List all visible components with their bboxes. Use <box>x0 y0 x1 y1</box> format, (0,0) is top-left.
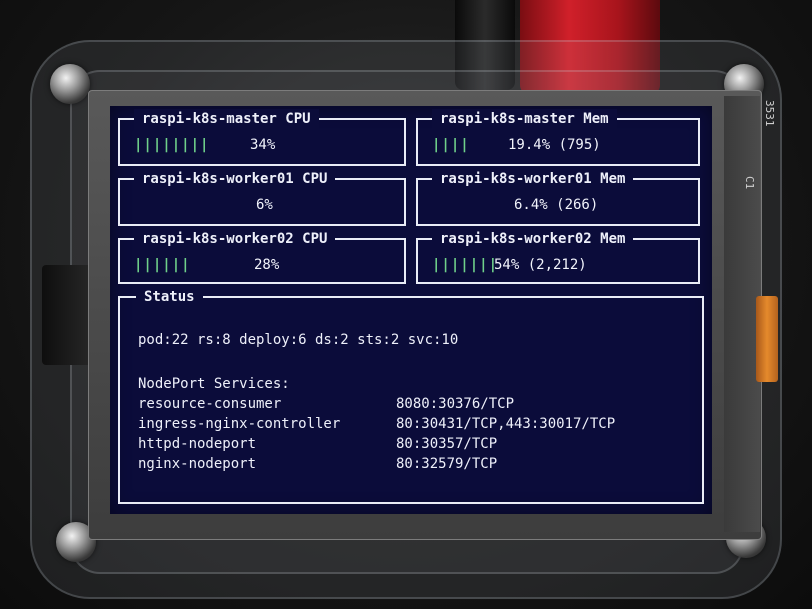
cpu-usage-value: 6% <box>256 197 273 213</box>
mem-usage-value: 54% (2,212) <box>494 257 587 273</box>
panel-title: raspi-k8s-worker02 CPU <box>134 229 336 249</box>
side-connector <box>42 265 92 365</box>
cpu-usage-value: 28% <box>254 257 280 273</box>
service-name: httpd-nodeport <box>138 436 257 452</box>
panel-title: raspi-k8s-worker01 Mem <box>432 169 634 189</box>
nodeport-heading: NodePort Services: <box>138 376 290 392</box>
mem-usage-bar: |||| <box>432 137 470 153</box>
panel-master-cpu: raspi-k8s-master CPU |||||||| 34% <box>118 109 406 166</box>
cpu-usage-bar: |||||||| <box>134 137 210 153</box>
panel-worker01-cpu: raspi-k8s-worker01 CPU 6% <box>118 169 406 226</box>
service-name: resource-consumer <box>138 396 282 412</box>
lcd-screen: raspi-k8s-master CPU |||||||| 34% raspi-… <box>110 106 712 514</box>
service-name: nginx-nodeport <box>138 456 257 472</box>
cpu-usage-bar: |||||| <box>134 257 191 273</box>
orange-connector <box>756 296 778 382</box>
panel-worker01-mem: raspi-k8s-worker01 Mem 6.4% (266) <box>416 169 700 226</box>
panel-title: raspi-k8s-master Mem <box>432 109 617 129</box>
mem-usage-value: 19.4% (795) <box>508 137 601 153</box>
service-ports: 80:30357/TCP <box>396 436 498 452</box>
service-ports: 80:30431/TCP,443:30017/TCP <box>396 416 616 432</box>
panel-title: raspi-k8s-worker01 CPU <box>134 169 336 189</box>
service-ports: 80:32579/TCP <box>396 456 498 472</box>
screw-icon <box>50 64 90 104</box>
pcb-label-3531: 3531 <box>763 100 776 127</box>
status-panel: Status pod:22 rs:8 deploy:6 ds:2 sts:2 s… <box>118 287 704 504</box>
panel-worker02-cpu: raspi-k8s-worker02 CPU |||||| 28% <box>118 229 406 284</box>
pcb-edge <box>724 96 760 532</box>
resource-summary: pod:22 rs:8 deploy:6 ds:2 sts:2 svc:10 <box>138 332 459 348</box>
panel-worker02-mem: raspi-k8s-worker02 Mem ||||||| 54% (2,21… <box>416 229 700 284</box>
pcb-label-c1: C1 <box>743 176 756 190</box>
panel-title: raspi-k8s-master CPU <box>134 109 319 129</box>
mem-usage-bar: ||||||| <box>432 257 499 273</box>
status-title: Status <box>136 287 203 307</box>
mem-usage-value: 6.4% (266) <box>514 197 599 213</box>
service-name: ingress-nginx-controller <box>138 416 341 432</box>
panel-master-mem: raspi-k8s-master Mem |||| 19.4% (795) <box>416 109 700 166</box>
panel-title: raspi-k8s-worker02 Mem <box>432 229 634 249</box>
service-ports: 8080:30376/TCP <box>396 396 515 412</box>
cpu-usage-value: 34% <box>250 137 276 153</box>
